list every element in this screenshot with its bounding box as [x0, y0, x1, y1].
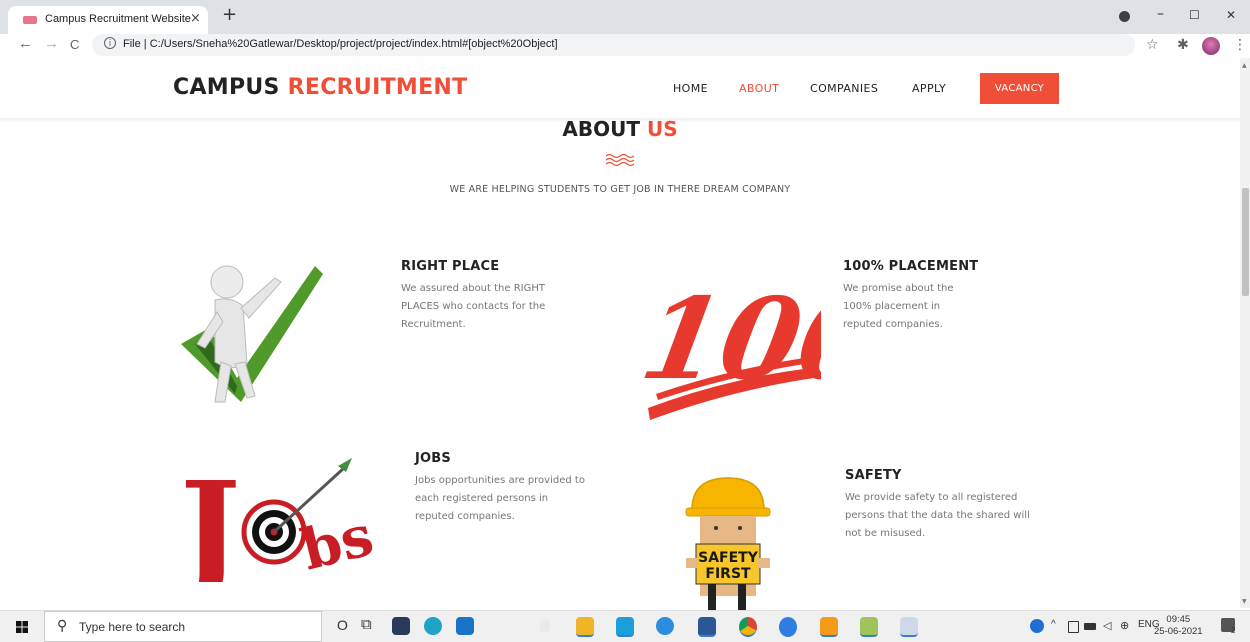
extensions-icon[interactable]: ✱	[1177, 37, 1189, 53]
notification-count: 2	[1231, 626, 1236, 635]
site-navbar: CAMPUS RECRUITMENT HOME ABOUT COMPANIES …	[0, 58, 1240, 118]
new-tab-button[interactable]: +	[222, 4, 237, 25]
feature-safety-title: SAFETY	[845, 468, 902, 483]
text-line: persons that the data the shared will	[845, 510, 1030, 521]
maximize-button[interactable]: ☐	[1189, 8, 1200, 22]
text-line: We provide safety to all registered	[845, 492, 1018, 503]
nav-about[interactable]: ABOUT	[739, 82, 779, 95]
favicon-icon	[23, 16, 37, 24]
text-line: PLACES who contacts for the	[401, 301, 546, 312]
site-logo[interactable]: CAMPUS RECRUITMENT	[173, 75, 467, 100]
windows-taskbar: ⚲ Type here to search O ⧉ ^ ◁ ⊕ ENG 09:4…	[0, 610, 1250, 642]
windows-start-icon[interactable]	[16, 621, 28, 633]
word-icon[interactable]	[698, 617, 716, 637]
tab-close-icon[interactable]: ×	[190, 11, 201, 26]
text-line: reputed companies.	[415, 511, 515, 522]
recording-indicator-icon	[1119, 11, 1130, 22]
scrollbar[interactable]	[1240, 58, 1250, 608]
paint-icon[interactable]	[860, 617, 878, 637]
feature-safety-text: We provide safety to all registered pers…	[845, 489, 1030, 543]
clock-date: 25-06-2021	[1154, 626, 1203, 637]
forward-button[interactable]: →	[44, 35, 59, 52]
cortana-icon[interactable]: O	[337, 617, 348, 633]
text-line: Jobs opportunities are provided to	[415, 475, 585, 486]
file-explorer-icon[interactable]	[576, 617, 594, 637]
address-bar[interactable]: i File | C:/Users/Sneha%20Gatlewar/Deskt…	[92, 34, 1135, 56]
feature-jobs-title: JOBS	[415, 451, 451, 466]
scrollbar-thumb[interactable]	[1242, 188, 1249, 296]
nav-home[interactable]: HOME	[673, 82, 708, 95]
notepad-icon[interactable]	[900, 617, 918, 637]
logo-accent: RECRUITMENT	[287, 75, 468, 100]
tab-title: Campus Recruitment Website	[45, 13, 191, 25]
text-line: We assured about the RIGHT	[401, 283, 545, 294]
dropbox-icon[interactable]	[392, 617, 410, 635]
show-hidden-icons[interactable]: ^	[1051, 619, 1056, 630]
text-line: Recruitment.	[401, 319, 466, 330]
browser-menu-icon[interactable]: ⋮	[1233, 37, 1247, 53]
help-tray-icon[interactable]	[1030, 619, 1044, 633]
search-placeholder: Type here to search	[79, 620, 186, 634]
safety-line-2: FIRST	[705, 566, 751, 582]
taskbar-clock[interactable]: 09:45 25-06-2021	[1154, 614, 1203, 638]
nav-companies[interactable]: COMPANIES	[810, 82, 878, 95]
browser-tab-strip: Campus Recruitment Website × + – ☐ ✕	[0, 0, 1250, 34]
amazon-icon[interactable]	[540, 620, 550, 632]
text-line: reputed companies.	[843, 319, 943, 330]
about-heading-main: ABOUT	[562, 117, 647, 141]
about-heading: ABOUT US	[0, 117, 1240, 141]
battery-tray-icon[interactable]	[1068, 621, 1079, 633]
jobs-logo-icon: J bs	[180, 455, 380, 582]
checkmark-figure-icon	[181, 265, 323, 403]
url-text[interactable]: File | C:/Users/Sneha%20Gatlewar/Desktop…	[123, 38, 558, 50]
device-tray-icon[interactable]	[1084, 623, 1096, 630]
site-info-icon[interactable]: i	[104, 37, 116, 49]
feature-placement-title: 100% PLACEMENT	[843, 259, 979, 274]
edge-icon[interactable]	[424, 617, 442, 635]
network-tray-icon[interactable]: ⊕	[1120, 619, 1129, 632]
feature-right-place-title: RIGHT PLACE	[401, 259, 500, 274]
safety-line-1: SAFETY	[698, 550, 759, 566]
search-icon: ⚲	[57, 618, 68, 634]
feature-placement-text: We promise about the 100% placement in r…	[843, 280, 954, 334]
scroll-down-arrow-icon[interactable]: ▼	[1242, 598, 1247, 605]
jobs-j: J	[180, 455, 241, 582]
wave-divider-icon	[605, 153, 635, 167]
telegram-icon[interactable]	[656, 617, 674, 635]
chrome-icon[interactable]	[739, 617, 757, 637]
hundred-emoji-icon: 100	[636, 273, 821, 420]
scroll-up-arrow-icon[interactable]: ▲	[1242, 62, 1247, 69]
browser-toolbar: ← → C i File | C:/Users/Sneha%20Gatlewar…	[0, 34, 1250, 58]
jobs-bs: bs	[295, 502, 380, 582]
bookmark-star-icon[interactable]: ☆	[1146, 37, 1159, 53]
logo-main: CAMPUS	[173, 75, 288, 100]
task-view-icon[interactable]: ⧉	[361, 616, 372, 633]
safety-first-icon: SAFETY FIRST	[685, 477, 771, 610]
clock-time: 09:45	[1166, 614, 1191, 625]
profile-avatar[interactable]	[1202, 37, 1220, 55]
reload-button[interactable]: C	[70, 37, 79, 52]
skype-icon[interactable]	[616, 617, 634, 637]
volume-tray-icon[interactable]: ◁	[1103, 619, 1111, 632]
sublime-text-icon[interactable]	[820, 617, 838, 637]
minimize-button[interactable]: –	[1157, 6, 1164, 22]
vacancy-button[interactable]: VACANCY	[980, 73, 1059, 104]
text-line: not be misused.	[845, 528, 926, 539]
text-line: We promise about the	[843, 283, 954, 294]
window-close-button[interactable]: ✕	[1226, 8, 1236, 22]
text-line: each registered persons in	[415, 493, 549, 504]
about-subtitle: WE ARE HELPING STUDENTS TO GET JOB IN TH…	[449, 184, 791, 195]
feature-jobs-text: Jobs opportunities are provided to each …	[415, 472, 585, 526]
internet-explorer-icon[interactable]	[779, 617, 797, 637]
about-heading-accent: US	[646, 117, 678, 141]
text-line: 100% placement in	[843, 301, 941, 312]
browser-tab[interactable]: Campus Recruitment Website ×	[8, 6, 208, 34]
nav-apply[interactable]: APPLY	[912, 82, 946, 95]
back-button[interactable]: ←	[18, 35, 33, 52]
mail-icon[interactable]	[456, 617, 474, 635]
feature-right-place-text: We assured about the RIGHT PLACES who co…	[401, 280, 545, 334]
taskbar-search-box[interactable]: ⚲ Type here to search	[44, 611, 322, 642]
